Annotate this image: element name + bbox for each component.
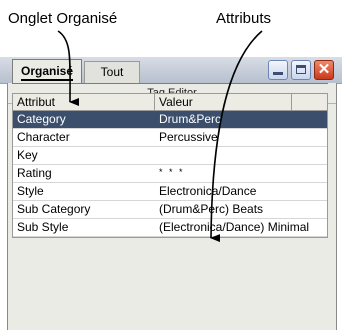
table-row[interactable]: Character Percussive xyxy=(13,129,327,147)
callout-organise-tab: Onglet Organisé xyxy=(8,10,118,27)
table-row[interactable]: Rating * * * xyxy=(13,165,327,183)
table-row[interactable]: Key xyxy=(13,147,327,165)
tab-tout[interactable]: Tout xyxy=(84,61,140,84)
value-cell: Electronica/Dance xyxy=(159,184,257,198)
callout-attributes: Attributs xyxy=(216,10,272,27)
table-row[interactable]: Category Drum&Perc xyxy=(13,111,327,129)
maximize-icon xyxy=(296,65,306,74)
value-cell: Drum&Perc xyxy=(159,112,222,126)
attribute-cell: Sub Category xyxy=(17,202,91,216)
table-row[interactable]: Style Electronica/Dance xyxy=(13,183,327,201)
minimize-icon xyxy=(273,72,283,75)
table-header: Attribut Valeur xyxy=(13,94,327,111)
attribute-cell: Rating xyxy=(17,166,52,180)
minimize-button[interactable] xyxy=(268,60,288,80)
table-row[interactable]: Sub Style (Electronica/Dance) Minimal xyxy=(13,219,327,237)
value-cell: (Electronica/Dance) Minimal xyxy=(159,220,310,234)
column-header-attribute[interactable]: Attribut xyxy=(17,95,55,109)
attribute-cell: Category xyxy=(17,112,66,126)
column-header-value[interactable]: Valeur xyxy=(159,95,193,109)
tab-organise[interactable]: Organisé xyxy=(12,59,82,84)
column-separator[interactable] xyxy=(154,94,155,110)
value-cell: Percussive xyxy=(159,130,218,144)
maximize-button[interactable] xyxy=(291,60,311,80)
tab-organise-label: Organisé xyxy=(20,64,74,81)
tab-divider xyxy=(12,83,328,84)
rating-value: * * * xyxy=(159,167,185,177)
tab-tout-label: Tout xyxy=(100,65,124,79)
close-button[interactable]: ✕ xyxy=(314,60,334,80)
column-separator[interactable] xyxy=(291,94,292,110)
attribute-cell: Character xyxy=(17,130,70,144)
table-row[interactable]: Sub Category (Drum&Perc) Beats xyxy=(13,201,327,219)
close-icon: ✕ xyxy=(317,61,331,78)
value-cell: (Drum&Perc) Beats xyxy=(159,202,264,216)
attribute-cell: Style xyxy=(17,184,44,198)
attribute-cell: Key xyxy=(17,148,38,162)
attribute-cell: Sub Style xyxy=(17,220,69,234)
attribute-table: Attribut Valeur Category Drum&Perc Chara… xyxy=(12,93,328,238)
